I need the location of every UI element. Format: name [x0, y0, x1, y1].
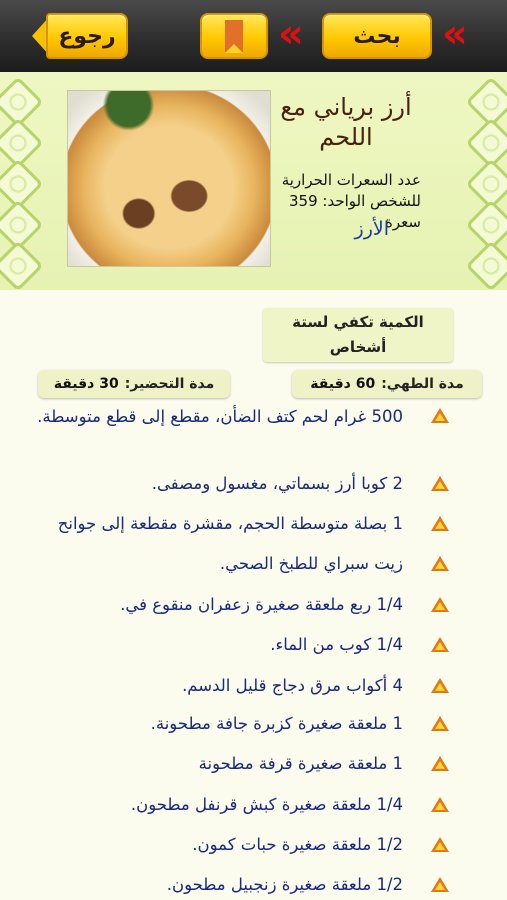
prep-time-badge: مدة التحضير: 30 دقيقة: [38, 370, 230, 398]
ingredient-text: 4 أكواب مرق دجاج قليل الدسم.: [182, 676, 403, 695]
search-button[interactable]: بحث: [322, 13, 432, 59]
bullet-triangle-icon: [431, 408, 449, 423]
ornament-icon: [465, 158, 507, 210]
cook-time-badge: مدة الطهي: 60 دقيقة: [292, 370, 482, 398]
next-recipe-arrow[interactable]: «: [442, 14, 468, 54]
servings-box: الكمية تكفي لستة أشخاص: [263, 308, 453, 362]
ornament-icon: [0, 76, 44, 128]
ingredient-item: زيت سبراي للطبخ الصحي.: [0, 536, 507, 577]
ingredient-item: 1/4 كوب من الماء.: [0, 617, 507, 658]
bookmark-button[interactable]: [200, 13, 268, 59]
prep-time-label: مدة التحضير:: [124, 376, 215, 392]
cook-time-value: 60 دقيقة: [310, 376, 376, 392]
ingredient-text: 2 كوبا أرز بسماتي، مغسول ومصفى.: [151, 474, 403, 493]
calories-text: عدد السعرات الحرارية للشخص الواحد: 359 س…: [281, 171, 421, 231]
bullet-triangle-icon: [431, 716, 449, 731]
ingredient-text: 1/2 ملعقة صغيرة حبات كمون.: [192, 835, 403, 854]
ingredient-item: 1/4 ربع ملعقة صغيرة زعفران منقوع في.: [0, 577, 507, 617]
recipe-title: أرز برياني مع اللحم: [280, 93, 412, 151]
bullet-triangle-icon: [431, 678, 449, 693]
ornament-icon: [0, 117, 44, 169]
ingredient-item: 1/2 ملعقة صغيرة حبات كمون.: [0, 817, 507, 857]
ingredient-item: 1 بصلة متوسطة الحجم، مقشرة مقطعة إلى جوا…: [0, 496, 507, 536]
bullet-triangle-icon: [431, 476, 449, 491]
bullet-triangle-icon: [431, 837, 449, 852]
prep-time-value: 30 دقيقة: [53, 376, 119, 392]
ingredient-item: 1 ملعقة صغيرة كزبرة جافة مطحونة.: [0, 696, 507, 736]
ornament-left: [0, 76, 44, 292]
bullet-triangle-icon: [431, 516, 449, 531]
ingredient-text: 1 بصلة متوسطة الحجم، مقشرة مقطعة إلى جوا…: [57, 514, 403, 533]
ornament-icon: [465, 199, 507, 251]
category-link[interactable]: الأرز: [355, 218, 389, 240]
ingredient-text: 1/4 ربع ملعقة صغيرة زعفران منقوع في.: [120, 595, 403, 614]
ornament-icon: [0, 158, 44, 210]
bullet-triangle-icon: [431, 637, 449, 652]
ingredient-text: 1 ملعقة صغيرة كزبرة جافة مطحونة.: [150, 714, 403, 733]
bullet-triangle-icon: [431, 797, 449, 812]
prev-recipe-arrow[interactable]: «: [278, 14, 304, 54]
ingredient-text: زيت سبراي للطبخ الصحي.: [219, 554, 403, 573]
bullet-triangle-icon: [431, 597, 449, 612]
ingredient-item: 1 ملعقة صغيرة قرفة مطحونة: [0, 736, 507, 777]
back-button[interactable]: رجوع: [46, 13, 128, 59]
bullet-triangle-icon: [431, 877, 449, 892]
ornament-icon: [0, 240, 44, 292]
ingredient-item: 500 غرام لحم كتف الضأن، مقطع إلى قطع متو…: [0, 400, 507, 456]
dish-photo: [67, 90, 271, 267]
ingredient-text: 1 ملعقة صغيرة قرفة مطحونة: [198, 754, 403, 773]
ingredient-text: 1/2 ملعقة صغيرة زنجبيل مطحون.: [166, 875, 403, 894]
ingredient-item: 1/2 ملعقة صغيرة زنجبيل مطحون.: [0, 857, 507, 897]
ingredients-list: 500 غرام لحم كتف الضأن، مقطع إلى قطع متو…: [0, 400, 507, 897]
cook-time-label: مدة الطهي:: [381, 376, 464, 392]
ornament-icon: [465, 117, 507, 169]
ingredient-item: 1/4 ملعقة صغيرة كبش قرنفل مطحون.: [0, 777, 507, 817]
ornament-icon: [0, 199, 44, 251]
ingredient-item: 4 أكواب مرق دجاج قليل الدسم.: [0, 658, 507, 696]
ingredient-text: 1/4 ملعقة صغيرة كبش قرنفل مطحون.: [130, 795, 403, 814]
ornament-icon: [465, 76, 507, 128]
ornament-right: [465, 76, 507, 292]
ingredient-text: 500 غرام لحم كتف الضأن، مقطع إلى قطع متو…: [37, 407, 403, 426]
bookmark-icon: [225, 20, 243, 53]
bullet-triangle-icon: [431, 556, 449, 571]
bullet-triangle-icon: [431, 756, 449, 771]
ingredient-text: 1/4 كوب من الماء.: [270, 635, 403, 654]
top-toolbar: رجوع « بحث «: [0, 0, 507, 73]
ingredient-item: 2 كوبا أرز بسماتي، مغسول ومصفى.: [0, 456, 507, 496]
ornament-icon: [465, 240, 507, 292]
